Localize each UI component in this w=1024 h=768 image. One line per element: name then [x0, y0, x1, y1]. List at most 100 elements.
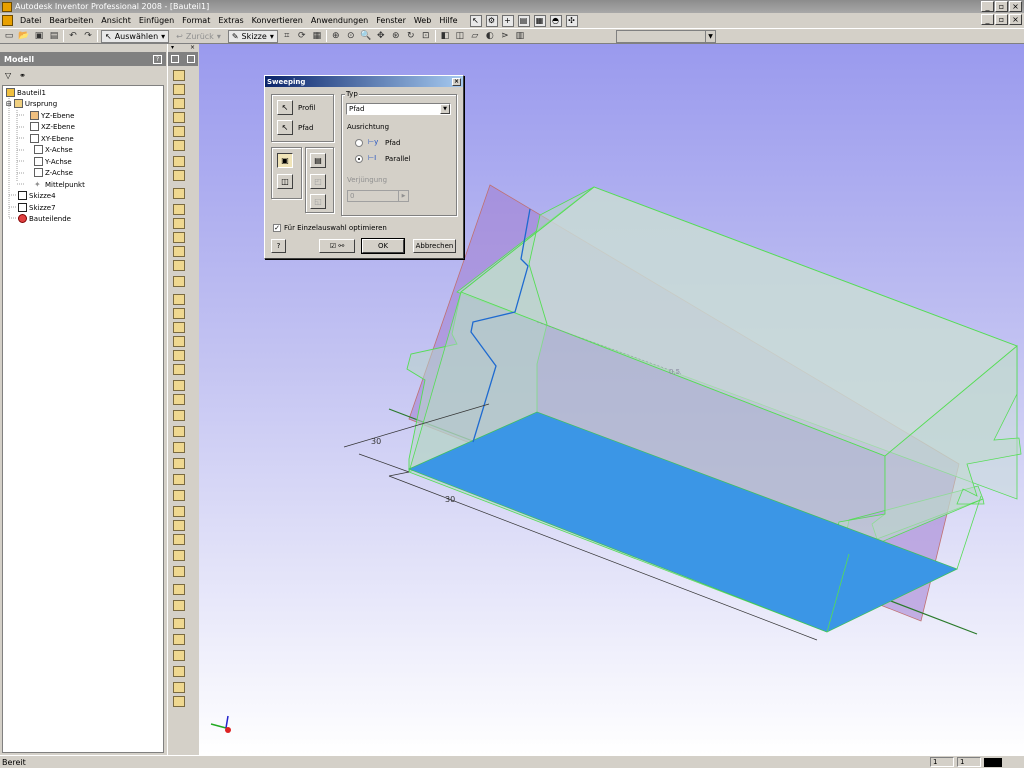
- close-icon[interactable]: ×: [190, 44, 195, 52]
- tree-item-sketch4[interactable]: Skizze4: [18, 190, 56, 201]
- orient-path-radio[interactable]: [355, 139, 363, 147]
- taper-input[interactable]: 0 ▶: [347, 190, 409, 202]
- ok-button[interactable]: OK: [361, 238, 405, 254]
- feature-tool-icon[interactable]: [173, 458, 185, 469]
- tree-item-center-point[interactable]: ✦ Mittelpunkt: [34, 179, 85, 190]
- styles-icon[interactable]: ▥: [514, 30, 526, 42]
- maximize-button[interactable]: ▫: [995, 1, 1008, 12]
- tree-item-yz-plane[interactable]: YZ-Ebene: [30, 110, 74, 121]
- feature-tool-icon[interactable]: [173, 442, 185, 453]
- feature-tool-icon[interactable]: [173, 232, 185, 243]
- rotate-icon[interactable]: ↻: [405, 30, 417, 42]
- select-dropdown[interactable]: ↖ Auswählen ▾: [101, 29, 170, 43]
- feature-tool-icon[interactable]: [173, 140, 185, 151]
- feature-tool-icon[interactable]: [173, 126, 185, 137]
- document-icon[interactable]: [2, 15, 13, 26]
- feature-tool-icon[interactable]: [173, 534, 185, 545]
- grid-icon[interactable]: ▦: [533, 14, 546, 27]
- tree-item-y-axis[interactable]: Y-Achse: [34, 156, 72, 167]
- solid-output-button[interactable]: ▣: [277, 153, 293, 168]
- zoom-icon[interactable]: 🔍: [360, 30, 372, 42]
- color-icon[interactable]: ◐: [484, 30, 496, 42]
- filter-icon[interactable]: ▽: [5, 71, 11, 80]
- sketch-button[interactable]: ✎ Skizze ▾: [227, 29, 278, 43]
- camera-icon[interactable]: ◫: [454, 30, 466, 42]
- feature-tool-icon[interactable]: [173, 294, 185, 305]
- menu-help[interactable]: Hilfe: [435, 16, 461, 25]
- dimension-30-b[interactable]: 30: [445, 495, 455, 504]
- feature-tool-icon[interactable]: [173, 474, 185, 485]
- feature-tool-icon[interactable]: [173, 364, 185, 375]
- menu-window[interactable]: Fenster: [372, 16, 410, 25]
- profile-select-button[interactable]: ↖: [277, 100, 293, 115]
- menu-view[interactable]: Ansicht: [97, 16, 135, 25]
- collapse-icon[interactable]: ⊟: [6, 100, 12, 108]
- feature-tool-icon[interactable]: [173, 322, 185, 333]
- feature-tool-icon[interactable]: [173, 380, 185, 391]
- panel-menu-icon[interactable]: [171, 55, 179, 63]
- feature-tool-icon[interactable]: [173, 98, 185, 109]
- feature-tool-icon[interactable]: [173, 308, 185, 319]
- help-button[interactable]: ?: [271, 239, 286, 253]
- plugin-icon[interactable]: ✣: [565, 14, 578, 27]
- feature-tool-icon[interactable]: [173, 350, 185, 361]
- orient-parallel-radio[interactable]: [355, 155, 363, 163]
- analysis-icon[interactable]: ⋗: [499, 30, 511, 42]
- tree-item-sketch7[interactable]: Skizze7: [18, 202, 56, 213]
- zoom-window-icon[interactable]: ⊙: [345, 30, 357, 42]
- feature-tool-icon[interactable]: [173, 170, 185, 181]
- dimension-0-5[interactable]: 0,5: [669, 368, 680, 376]
- menu-edit[interactable]: Bearbeiten: [45, 16, 97, 25]
- update-icon[interactable]: ⟳: [296, 30, 308, 42]
- save-icon[interactable]: ▣: [33, 30, 45, 42]
- zoom-all-icon[interactable]: ⊕: [330, 30, 342, 42]
- feature-tool-icon[interactable]: [173, 666, 185, 677]
- feature-tool-icon[interactable]: [173, 156, 185, 167]
- tree-item-x-axis[interactable]: X-Achse: [34, 144, 73, 155]
- feature-tool-icon[interactable]: [173, 188, 185, 199]
- tree-item-part[interactable]: Bauteil1: [6, 87, 46, 98]
- display-mode-icon[interactable]: ◧: [439, 30, 451, 42]
- feature-tool-icon[interactable]: [173, 490, 185, 501]
- browser-header[interactable]: Modell ?: [0, 52, 166, 66]
- feature-tool-icon[interactable]: [173, 618, 185, 629]
- tree-item-z-axis[interactable]: Z-Achse: [34, 167, 73, 178]
- optimize-checkbox[interactable]: ✓: [273, 224, 281, 232]
- feature-tool-icon[interactable]: [173, 336, 185, 347]
- tree-item-origin[interactable]: ⊟ Ursprung: [6, 98, 57, 109]
- feature-tool-icon[interactable]: [173, 84, 185, 95]
- feature-tool-icon[interactable]: [173, 584, 185, 595]
- gear-icon[interactable]: ⚙: [485, 14, 498, 27]
- redo-icon[interactable]: ↷: [82, 30, 94, 42]
- menu-web[interactable]: Web: [410, 16, 435, 25]
- open-icon[interactable]: 📂: [18, 30, 30, 42]
- feature-tool-icon[interactable]: [173, 600, 185, 611]
- close-button[interactable]: ×: [1009, 1, 1022, 12]
- surface-output-button[interactable]: ◫: [277, 174, 293, 189]
- dialog-title-bar[interactable]: Sweeping ×: [265, 76, 463, 87]
- intersect-button[interactable]: ◱: [310, 194, 326, 209]
- feature-tool-icon[interactable]: [173, 394, 185, 405]
- help-icon[interactable]: ?: [153, 54, 162, 64]
- doc-minimize-button[interactable]: _: [981, 14, 994, 25]
- return-button[interactable]: ↩ Zurück ▾: [172, 30, 225, 43]
- table-icon[interactable]: ▤: [517, 14, 530, 27]
- shadow-icon[interactable]: ▱: [469, 30, 481, 42]
- feature-tool-icon[interactable]: [173, 260, 185, 271]
- measure-icon[interactable]: ▦: [311, 30, 323, 42]
- path-select-button[interactable]: ↖: [277, 120, 293, 135]
- dimension-30-a[interactable]: 30: [371, 437, 381, 446]
- help-icon[interactable]: [187, 55, 195, 63]
- project-icon[interactable]: ⌗: [281, 30, 293, 42]
- look-at-icon[interactable]: ⊡: [420, 30, 432, 42]
- preview-button[interactable]: ☑ ⚯: [319, 239, 355, 253]
- type-dropdown[interactable]: Pfad ▼: [346, 103, 451, 115]
- feature-tool-icon[interactable]: [173, 410, 185, 421]
- feature-tool-icon[interactable]: [173, 506, 185, 517]
- plus-icon[interactable]: +: [501, 14, 514, 27]
- zoom-selected-icon[interactable]: ⊛: [390, 30, 402, 42]
- cancel-button[interactable]: Abbrechen: [413, 239, 456, 253]
- feature-tool-icon[interactable]: [173, 634, 185, 645]
- menu-applications[interactable]: Anwendungen: [307, 16, 372, 25]
- pan-icon[interactable]: ✥: [375, 30, 387, 42]
